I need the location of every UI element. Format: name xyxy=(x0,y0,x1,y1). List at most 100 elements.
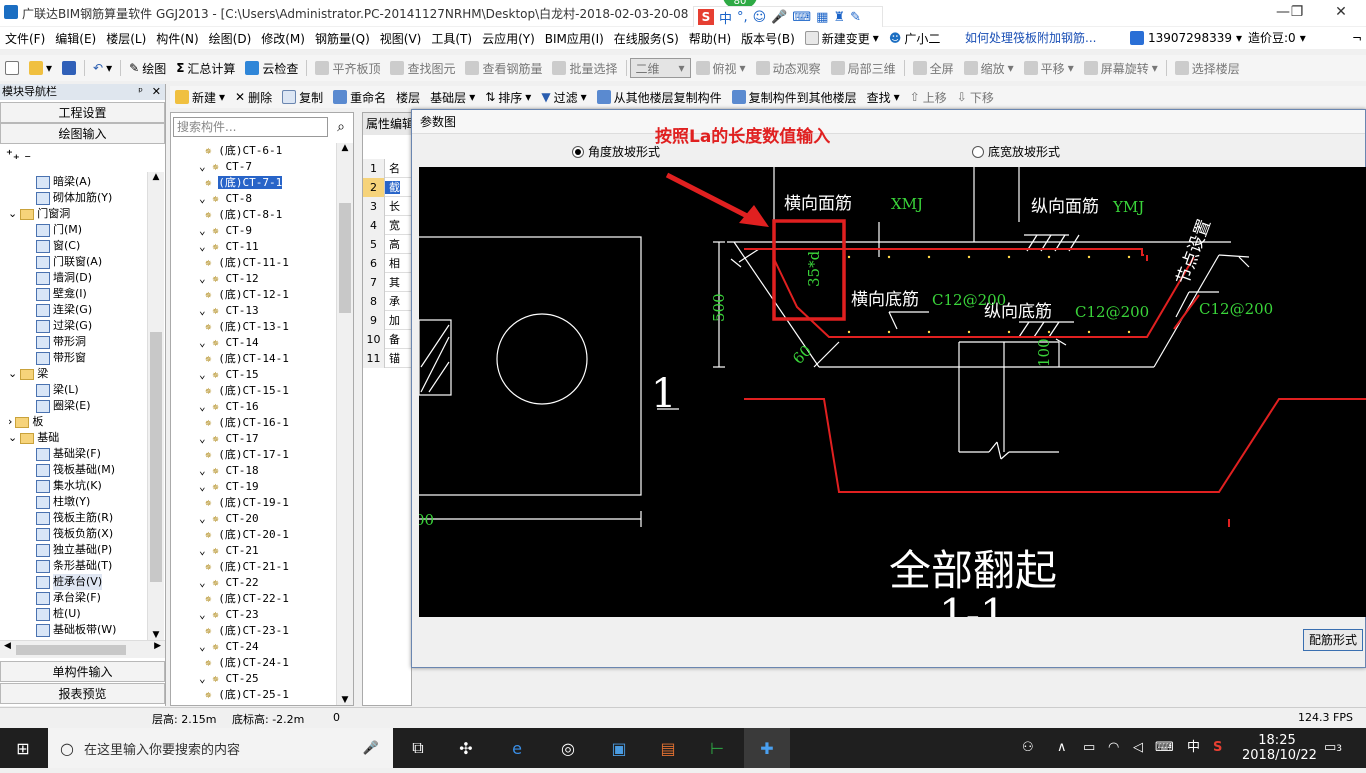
component-item[interactable]: ⌄ ✵ CT-20 xyxy=(199,511,259,527)
nav-tree-hscroll[interactable]: ◀ ▶ xyxy=(0,640,165,658)
nav-folder[interactable]: ⌄ 梁 xyxy=(8,366,48,382)
nav-tree-item[interactable]: 梁(L) xyxy=(36,382,79,398)
skin-icon[interactable]: ▦ xyxy=(816,10,828,25)
component-sub-item[interactable]: ✵ (底)CT-8-1 xyxy=(205,207,282,223)
menu-item[interactable]: 楼层(L) xyxy=(101,30,151,47)
search-icon[interactable]: ⌕ xyxy=(331,117,351,137)
new-change-button[interactable]: 新建变更 ▾ xyxy=(800,30,884,47)
chevron-down-icon[interactable]: ⌄ xyxy=(199,672,212,685)
local-3d-button[interactable]: 局部三维 xyxy=(826,60,901,77)
component-item[interactable]: ⌄ ✵ CT-24 xyxy=(199,639,259,655)
nav-tree-item[interactable]: 带形窗 xyxy=(36,350,86,366)
nav-tree-item[interactable]: 桩(U) xyxy=(36,606,81,622)
nav-tree-item[interactable]: 带形洞 xyxy=(36,334,86,350)
component-sub-item[interactable]: ✵ (底)CT-15-1 xyxy=(205,383,289,399)
user-account[interactable]: 13907298339 ▾ xyxy=(1130,27,1242,49)
component-sub-item[interactable]: ✵ (底)CT-12-1 xyxy=(205,287,289,303)
list-scrollbar[interactable]: ▲ ▼ xyxy=(336,143,353,705)
open-file-button[interactable]: ▾ xyxy=(24,61,57,75)
shirt-icon[interactable]: ♜ xyxy=(833,10,845,25)
nav-tree-item[interactable]: 壁龛(I) xyxy=(36,286,87,302)
taskbar-search[interactable]: ○ 在这里输入你要搜索的内容 🎤 xyxy=(48,728,393,768)
close-button[interactable]: ✕ xyxy=(1326,2,1356,22)
property-row[interactable]: 10 备 xyxy=(363,330,411,349)
menu-item[interactable]: 版本号(B) xyxy=(736,30,800,47)
nav-tree-item[interactable]: 墙洞(D) xyxy=(36,270,92,286)
battery-icon[interactable]: ▭ xyxy=(1083,728,1095,768)
chevron-down-icon[interactable]: ⌄ xyxy=(199,224,212,237)
component-item[interactable]: ⌄ ✵ CT-13 xyxy=(199,303,259,319)
expand-collapse-icons[interactable]: ⁺₊ ₋ xyxy=(0,144,165,166)
draw-button[interactable]: ✎ 绘图 xyxy=(124,60,171,77)
nav-tree-item[interactable]: 柱墩(Y) xyxy=(36,494,90,510)
mic-icon[interactable]: 🎤 xyxy=(771,10,787,25)
new-component-button[interactable]: 新建 ▾ xyxy=(170,89,230,106)
windows-start-icon[interactable]: ⊞ xyxy=(0,728,46,768)
component-item[interactable]: ⌄ ✵ CT-8 xyxy=(199,191,252,207)
sum-button[interactable]: Σ 汇总计算 xyxy=(171,60,240,77)
radio-angle[interactable]: 角度放坡形式 xyxy=(572,143,660,160)
nav-tree-item[interactable]: 筏板主筋(R) xyxy=(36,510,113,526)
chevron-down-icon[interactable]: ⌄ xyxy=(199,192,212,205)
view-mode-select[interactable]: 二维 ▾ xyxy=(629,58,691,78)
component-sub-item[interactable]: ✵ (底)CT-16-1 xyxy=(205,415,289,431)
chevron-icon[interactable]: ⌄ xyxy=(8,206,17,222)
component-item[interactable]: ⌄ ✵ CT-7 xyxy=(199,159,252,175)
nav-tree-item[interactable]: 门(M) xyxy=(36,222,82,238)
ggj-app-icon[interactable]: ✚ xyxy=(744,728,790,768)
restore-button[interactable]: ❐ xyxy=(1282,2,1312,22)
chevron-down-icon[interactable]: ⌄ xyxy=(199,480,212,493)
undo-button[interactable]: ↶ ▾ xyxy=(88,61,117,75)
component-item[interactable]: ⌄ ✵ CT-11 xyxy=(199,239,259,255)
cloud-check-button[interactable]: 云检查 xyxy=(240,60,303,77)
rename-button[interactable]: 重命名 xyxy=(328,89,391,106)
chevron-icon[interactable]: ⌄ xyxy=(8,366,17,382)
property-row[interactable]: 5高 xyxy=(363,235,411,254)
property-row[interactable]: 6相 xyxy=(363,254,411,273)
drawing-input-button[interactable]: 绘图输入 xyxy=(0,123,165,144)
nav-tree-item[interactable]: 集水坑(K) xyxy=(36,478,102,494)
component-sub-item[interactable]: ✵ (底)CT-19-1 xyxy=(205,495,289,511)
menu-item[interactable]: BIM应用(I) xyxy=(540,30,609,47)
nav-tree-item[interactable]: 条形基础(T) xyxy=(36,558,112,574)
scroll-thumb[interactable] xyxy=(339,203,351,313)
mic-icon[interactable]: 🎤 xyxy=(363,741,379,756)
property-row[interactable]: 8承 xyxy=(363,292,411,311)
nav-tree-item[interactable]: 门联窗(A) xyxy=(36,254,102,270)
nav-tree-item[interactable]: 承台梁(F) xyxy=(36,590,101,606)
copy-from-floor-button[interactable]: 从其他楼层复制构件 xyxy=(592,89,727,106)
ime-toolbar[interactable]: S 中 °, ☺ 🎤 ⌨ ▦ ♜ ✎ xyxy=(693,6,883,28)
property-row[interactable]: 2截 xyxy=(363,178,411,197)
chevron-down-icon[interactable]: ⌄ xyxy=(199,160,212,173)
component-item[interactable]: ⌄ ✵ CT-17 xyxy=(199,431,259,447)
radio-bottom[interactable]: 底宽放坡形式 xyxy=(972,143,1060,160)
chevron-down-icon[interactable]: ⌄ xyxy=(199,400,212,413)
component-sub-item[interactable]: ✵ (底)CT-21-1 xyxy=(205,559,289,575)
chevron-down-icon[interactable]: ⌄ xyxy=(199,576,212,589)
nav-tree-item[interactable]: 筏板负筋(X) xyxy=(36,526,113,542)
component-item[interactable]: ⌄ ✵ CT-21 xyxy=(199,543,259,559)
chevron-down-icon[interactable]: ⌄ xyxy=(199,544,212,557)
component-item[interactable]: ⌄ ✵ CT-22 xyxy=(199,575,259,591)
component-item[interactable]: ⌄ ✵ CT-14 xyxy=(199,335,259,351)
nav-tree-scrollbar[interactable]: ▲ ▼ xyxy=(147,172,164,640)
ie-browser-icon[interactable]: e xyxy=(494,728,540,768)
beans-counter[interactable]: 造价豆:0 ▾ xyxy=(1248,27,1306,49)
component-sub-item[interactable]: ✵ (底)CT-22-1 xyxy=(205,591,289,607)
copy-button[interactable]: 复制 xyxy=(277,89,328,106)
component-sub-item[interactable]: ✵ (底)CT-23-1 xyxy=(205,623,289,639)
menu-item[interactable]: 绘图(D) xyxy=(204,30,257,47)
component-sub-item[interactable]: ✵ (底)CT-24-1 xyxy=(205,655,289,671)
menu-item[interactable]: 云应用(Y) xyxy=(477,30,540,47)
nav-tree-item[interactable]: 独立基础(P) xyxy=(36,542,112,558)
menu-item[interactable]: 在线服务(S) xyxy=(609,30,684,47)
nav-folder[interactable]: › 板 xyxy=(8,414,43,430)
single-input-button[interactable]: 单构件输入 xyxy=(0,661,165,682)
ime-lang[interactable]: 中 xyxy=(719,8,732,27)
chevron-icon[interactable]: › xyxy=(8,414,12,430)
nav-tree-item[interactable]: 基础梁(F) xyxy=(36,446,101,462)
report-preview-button[interactable]: 报表预览 xyxy=(0,683,165,704)
ime-punct[interactable]: °, xyxy=(737,10,748,25)
nav-tree-item[interactable]: 圈梁(E) xyxy=(36,398,91,414)
tray-chevron-icon[interactable]: ∧ xyxy=(1057,728,1067,768)
